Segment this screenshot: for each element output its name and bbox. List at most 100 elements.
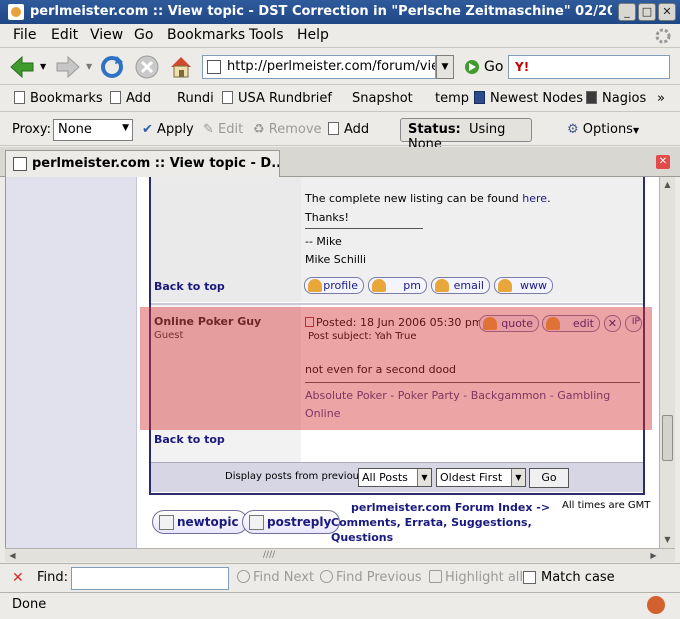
menu-bar: File Edit View Go Bookmarks Tools Help <box>0 24 680 48</box>
quote-button[interactable]: quote <box>479 315 539 332</box>
back-to-top-link[interactable]: Back to top <box>154 280 225 293</box>
page-favicon-icon <box>207 60 221 74</box>
apply-button[interactable]: ✔ Apply <box>142 122 194 137</box>
extension-status-icon[interactable] <box>647 596 665 614</box>
close-find-bar-icon[interactable]: ✕ <box>12 571 26 585</box>
signature-links[interactable]: Online <box>305 407 340 420</box>
breadcrumb: perlmeister.com Forum Index -> <box>351 501 551 514</box>
vertical-scrollbar[interactable]: ▲ ▼ <box>659 177 675 548</box>
find-previous-button[interactable]: Find Previous <box>320 570 422 585</box>
proxy-select[interactable]: None ▼ <box>53 119 133 141</box>
display-go-button[interactable]: Go <box>529 468 569 488</box>
post-body-line: The complete new listing can be found he… <box>305 192 551 205</box>
proxy-status-button[interactable]: Status: Using None <box>400 118 532 152</box>
forum-index-link[interactable]: perlmeister.com Forum Index <box>351 501 532 514</box>
www-button[interactable]: www <box>494 277 553 294</box>
menu-edit[interactable]: Edit <box>51 27 78 43</box>
back-to-top-link[interactable]: Back to top <box>154 433 225 446</box>
profile-button[interactable]: profile <box>304 277 364 294</box>
menu-view[interactable]: View <box>90 27 123 43</box>
email-button[interactable]: email <box>431 277 490 294</box>
proxy-toolbar: Proxy: None ▼ ✔ Apply ✎ Edit ♻ Remove Add… <box>0 113 680 152</box>
post-reply-icon <box>249 515 264 530</box>
forum-category-link-cont[interactable]: Questions <box>331 531 393 544</box>
post-reply-button[interactable]: postreply <box>242 510 341 534</box>
add-button[interactable]: Add <box>328 122 369 137</box>
menu-help[interactable]: Help <box>297 27 329 43</box>
remove-button[interactable]: ♻ Remove <box>253 122 322 137</box>
close-tab-icon[interactable]: ✕ <box>656 155 670 169</box>
bookmark-item[interactable]: Add <box>110 91 151 106</box>
edit-icon <box>546 317 560 330</box>
post-order-select[interactable]: Oldest First ▼ <box>436 468 526 487</box>
search-input[interactable]: Y! <box>508 55 670 79</box>
pm-button[interactable]: pm <box>368 277 427 294</box>
scroll-right-arrow-icon[interactable]: ▶ <box>647 549 660 562</box>
reload-icon[interactable] <box>99 54 125 80</box>
signature-links[interactable]: Absolute Poker - Poker Party - Backgammo… <box>305 389 610 402</box>
menu-bookmarks[interactable]: Bookmarks <box>167 27 245 43</box>
bookmark-item[interactable]: USA Rundbrief <box>222 91 332 106</box>
close-window-button[interactable]: ✕ <box>658 3 676 21</box>
post-body-line: Thanks! <box>305 211 349 224</box>
bookmark-item[interactable]: Newest Nodes <box>474 91 583 106</box>
posts-period-select[interactable]: All Posts ▼ <box>358 468 432 487</box>
home-icon[interactable] <box>168 54 194 80</box>
profile-icon <box>308 279 322 292</box>
bookmark-item[interactable]: temp <box>435 91 469 106</box>
menu-go[interactable]: Go <box>134 27 153 43</box>
back-arrow-icon[interactable] <box>9 55 35 79</box>
url-history-dropdown[interactable]: ▼ <box>436 55 454 79</box>
minimize-button[interactable]: _ <box>618 3 636 21</box>
back-history-chevron-icon[interactable]: ▼ <box>40 62 46 71</box>
edit-button[interactable]: ✎ Edit <box>203 122 243 137</box>
bookmark-item[interactable]: Bookmarks <box>14 91 103 106</box>
pm-icon <box>372 279 386 292</box>
chevron-down-icon: ▼ <box>511 469 525 486</box>
horizontal-scrollbar[interactable]: ◀ //// ▶ <box>5 548 675 562</box>
scroll-up-arrow-icon[interactable]: ▲ <box>661 178 674 191</box>
timezone-note: All times are GMT <box>562 500 651 511</box>
bookmark-item[interactable]: Rundi <box>177 91 214 106</box>
options-menu-button[interactable]: ⚙ Options▼ <box>567 122 639 137</box>
delete-post-button[interactable]: ✕ <box>604 315 621 332</box>
bookmarks-overflow-chevron[interactable]: » <box>657 91 665 106</box>
scrollbar-thumb[interactable] <box>662 415 673 461</box>
here-link[interactable]: here <box>522 192 547 205</box>
checkmark-icon: ✔ <box>142 122 153 137</box>
edit-post-button[interactable]: edit <box>542 315 600 332</box>
post-author-name: Online Poker Guy <box>154 315 262 328</box>
page-icon <box>328 122 339 135</box>
scroll-left-arrow-icon[interactable]: ◀ <box>6 549 19 562</box>
bookmark-item[interactable]: Nagios <box>586 91 646 106</box>
bookmark-item[interactable]: Snapshot <box>352 91 413 106</box>
display-posts-label: Display posts from previous: <box>225 471 368 482</box>
forward-arrow-icon[interactable] <box>55 55 81 79</box>
find-next-button[interactable]: Find Next <box>237 570 314 585</box>
go-button[interactable]: Go <box>484 59 503 75</box>
menu-tools[interactable]: Tools <box>249 27 284 43</box>
post-body-line: Mike Schilli <box>305 253 367 266</box>
www-icon <box>498 279 512 292</box>
stop-icon[interactable] <box>134 54 160 80</box>
forum-category-link[interactable]: Comments, Errata, Suggestions, <box>331 516 532 529</box>
scrollbar-grip-icon[interactable]: //// <box>263 550 275 560</box>
menu-file[interactable]: File <box>13 27 36 43</box>
proxy-label: Proxy: <box>12 122 52 137</box>
scroll-down-arrow-icon[interactable]: ▼ <box>661 533 674 546</box>
view-ip-button[interactable]: IP <box>625 315 642 332</box>
nagios-icon <box>586 91 597 104</box>
tab-view-topic[interactable]: perlmeister.com :: View topic - D... <box>5 150 280 177</box>
find-input[interactable] <box>71 567 229 590</box>
new-topic-button[interactable]: newtopic <box>152 510 248 534</box>
match-case-label: Match case <box>541 570 615 585</box>
highlight-all-button[interactable]: Highlight all <box>429 570 523 585</box>
page-icon <box>110 91 121 104</box>
bookmarks-folder-icon <box>14 91 25 104</box>
go-arrow-icon[interactable] <box>464 59 480 75</box>
match-case-checkbox[interactable] <box>523 571 536 584</box>
forward-history-chevron-icon[interactable]: ▼ <box>86 62 92 71</box>
url-input[interactable]: http://perlmeister.com/forum/viewtopic.p… <box>202 55 436 79</box>
yahoo-search-engine-icon[interactable]: Y! <box>515 60 529 74</box>
maximize-button[interactable]: □ <box>638 3 656 21</box>
